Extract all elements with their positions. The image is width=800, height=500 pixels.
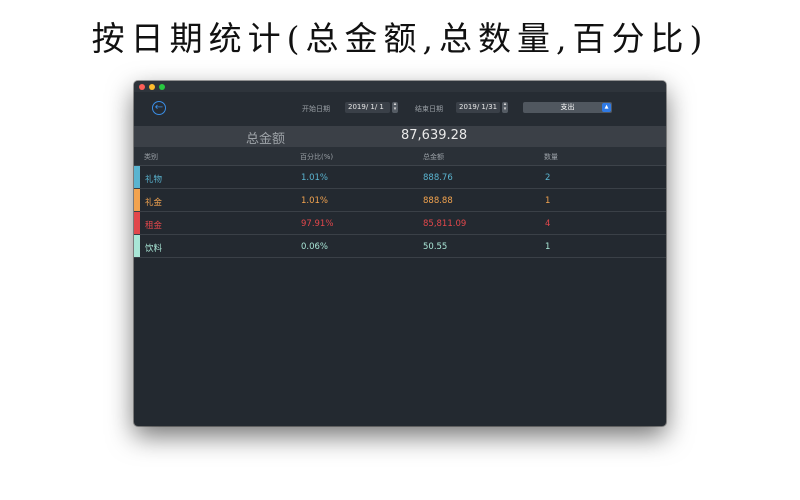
row-percent: 1.01% xyxy=(301,196,329,206)
table-row[interactable]: 饮料 0.06% 50.55 1 xyxy=(134,235,666,258)
start-date-stepper[interactable]: ▴ ▾ xyxy=(392,102,398,113)
category-color-swatch xyxy=(134,212,140,234)
type-select[interactable]: 支出 ▲ xyxy=(523,102,612,113)
zoom-window-button[interactable] xyxy=(159,84,165,90)
chevron-updown-icon: ▲ xyxy=(602,103,611,112)
category-color-swatch xyxy=(134,235,140,257)
column-header-amount[interactable]: 总金额 xyxy=(423,152,444,162)
row-category: 礼物 xyxy=(145,175,163,185)
row-percent: 1.01% xyxy=(301,173,329,183)
type-select-value: 支出 xyxy=(560,103,575,111)
row-percent: 0.06% xyxy=(301,242,329,252)
column-header-percent[interactable]: 百分比(%) xyxy=(300,152,333,162)
table-row[interactable]: 租金 97.91% 85,811.09 4 xyxy=(134,212,666,235)
row-count: 1 xyxy=(545,242,551,252)
row-amount: 85,811.09 xyxy=(423,219,467,229)
row-category: 租金 xyxy=(145,221,163,231)
row-count: 4 xyxy=(545,219,551,229)
total-amount-label: 总金额 xyxy=(246,132,286,147)
end-date-label: 结束日期 xyxy=(415,105,443,113)
row-count: 2 xyxy=(545,173,551,183)
column-header-category[interactable]: 类别 xyxy=(144,152,158,162)
back-arrow-icon[interactable]: ← xyxy=(152,101,166,115)
category-color-swatch xyxy=(134,166,140,188)
total-summary: 总金额 87,639.28 xyxy=(134,126,666,147)
table-row[interactable]: 礼金 1.01% 888.88 1 xyxy=(134,189,666,212)
table-header: 类别 百分比(%) 总金额 数量 xyxy=(134,147,666,166)
title-bar xyxy=(134,81,666,92)
row-percent: 97.91% xyxy=(301,219,334,229)
row-amount: 888.76 xyxy=(423,173,453,183)
category-color-swatch xyxy=(134,189,140,211)
row-category: 礼金 xyxy=(145,198,163,208)
toolbar: ← 开始日期 2019/ 1/ 1 ▴ ▾ 结束日期 2019/ 1/31 ▴ ▾ … xyxy=(134,92,666,126)
row-count: 1 xyxy=(545,196,551,206)
headline: 按日期统计(总金额,总数量,百分比) xyxy=(91,19,709,58)
start-date-field[interactable]: 2019/ 1/ 1 xyxy=(345,102,390,113)
end-date-stepper[interactable]: ▴ ▾ xyxy=(502,102,508,113)
close-window-button[interactable] xyxy=(139,84,145,90)
column-header-count[interactable]: 数量 xyxy=(544,152,558,162)
end-date-field[interactable]: 2019/ 1/31 xyxy=(456,102,500,113)
app-window: ← 开始日期 2019/ 1/ 1 ▴ ▾ 结束日期 2019/ 1/31 ▴ ▾ … xyxy=(134,81,666,426)
total-amount-value: 87,639.28 xyxy=(401,128,468,143)
row-amount: 50.55 xyxy=(423,242,448,252)
row-amount: 888.88 xyxy=(423,196,453,206)
start-date-label: 开始日期 xyxy=(302,105,330,113)
row-category: 饮料 xyxy=(145,244,163,254)
table-row[interactable]: 礼物 1.01% 888.76 2 xyxy=(134,166,666,189)
minimize-window-button[interactable] xyxy=(149,84,155,90)
